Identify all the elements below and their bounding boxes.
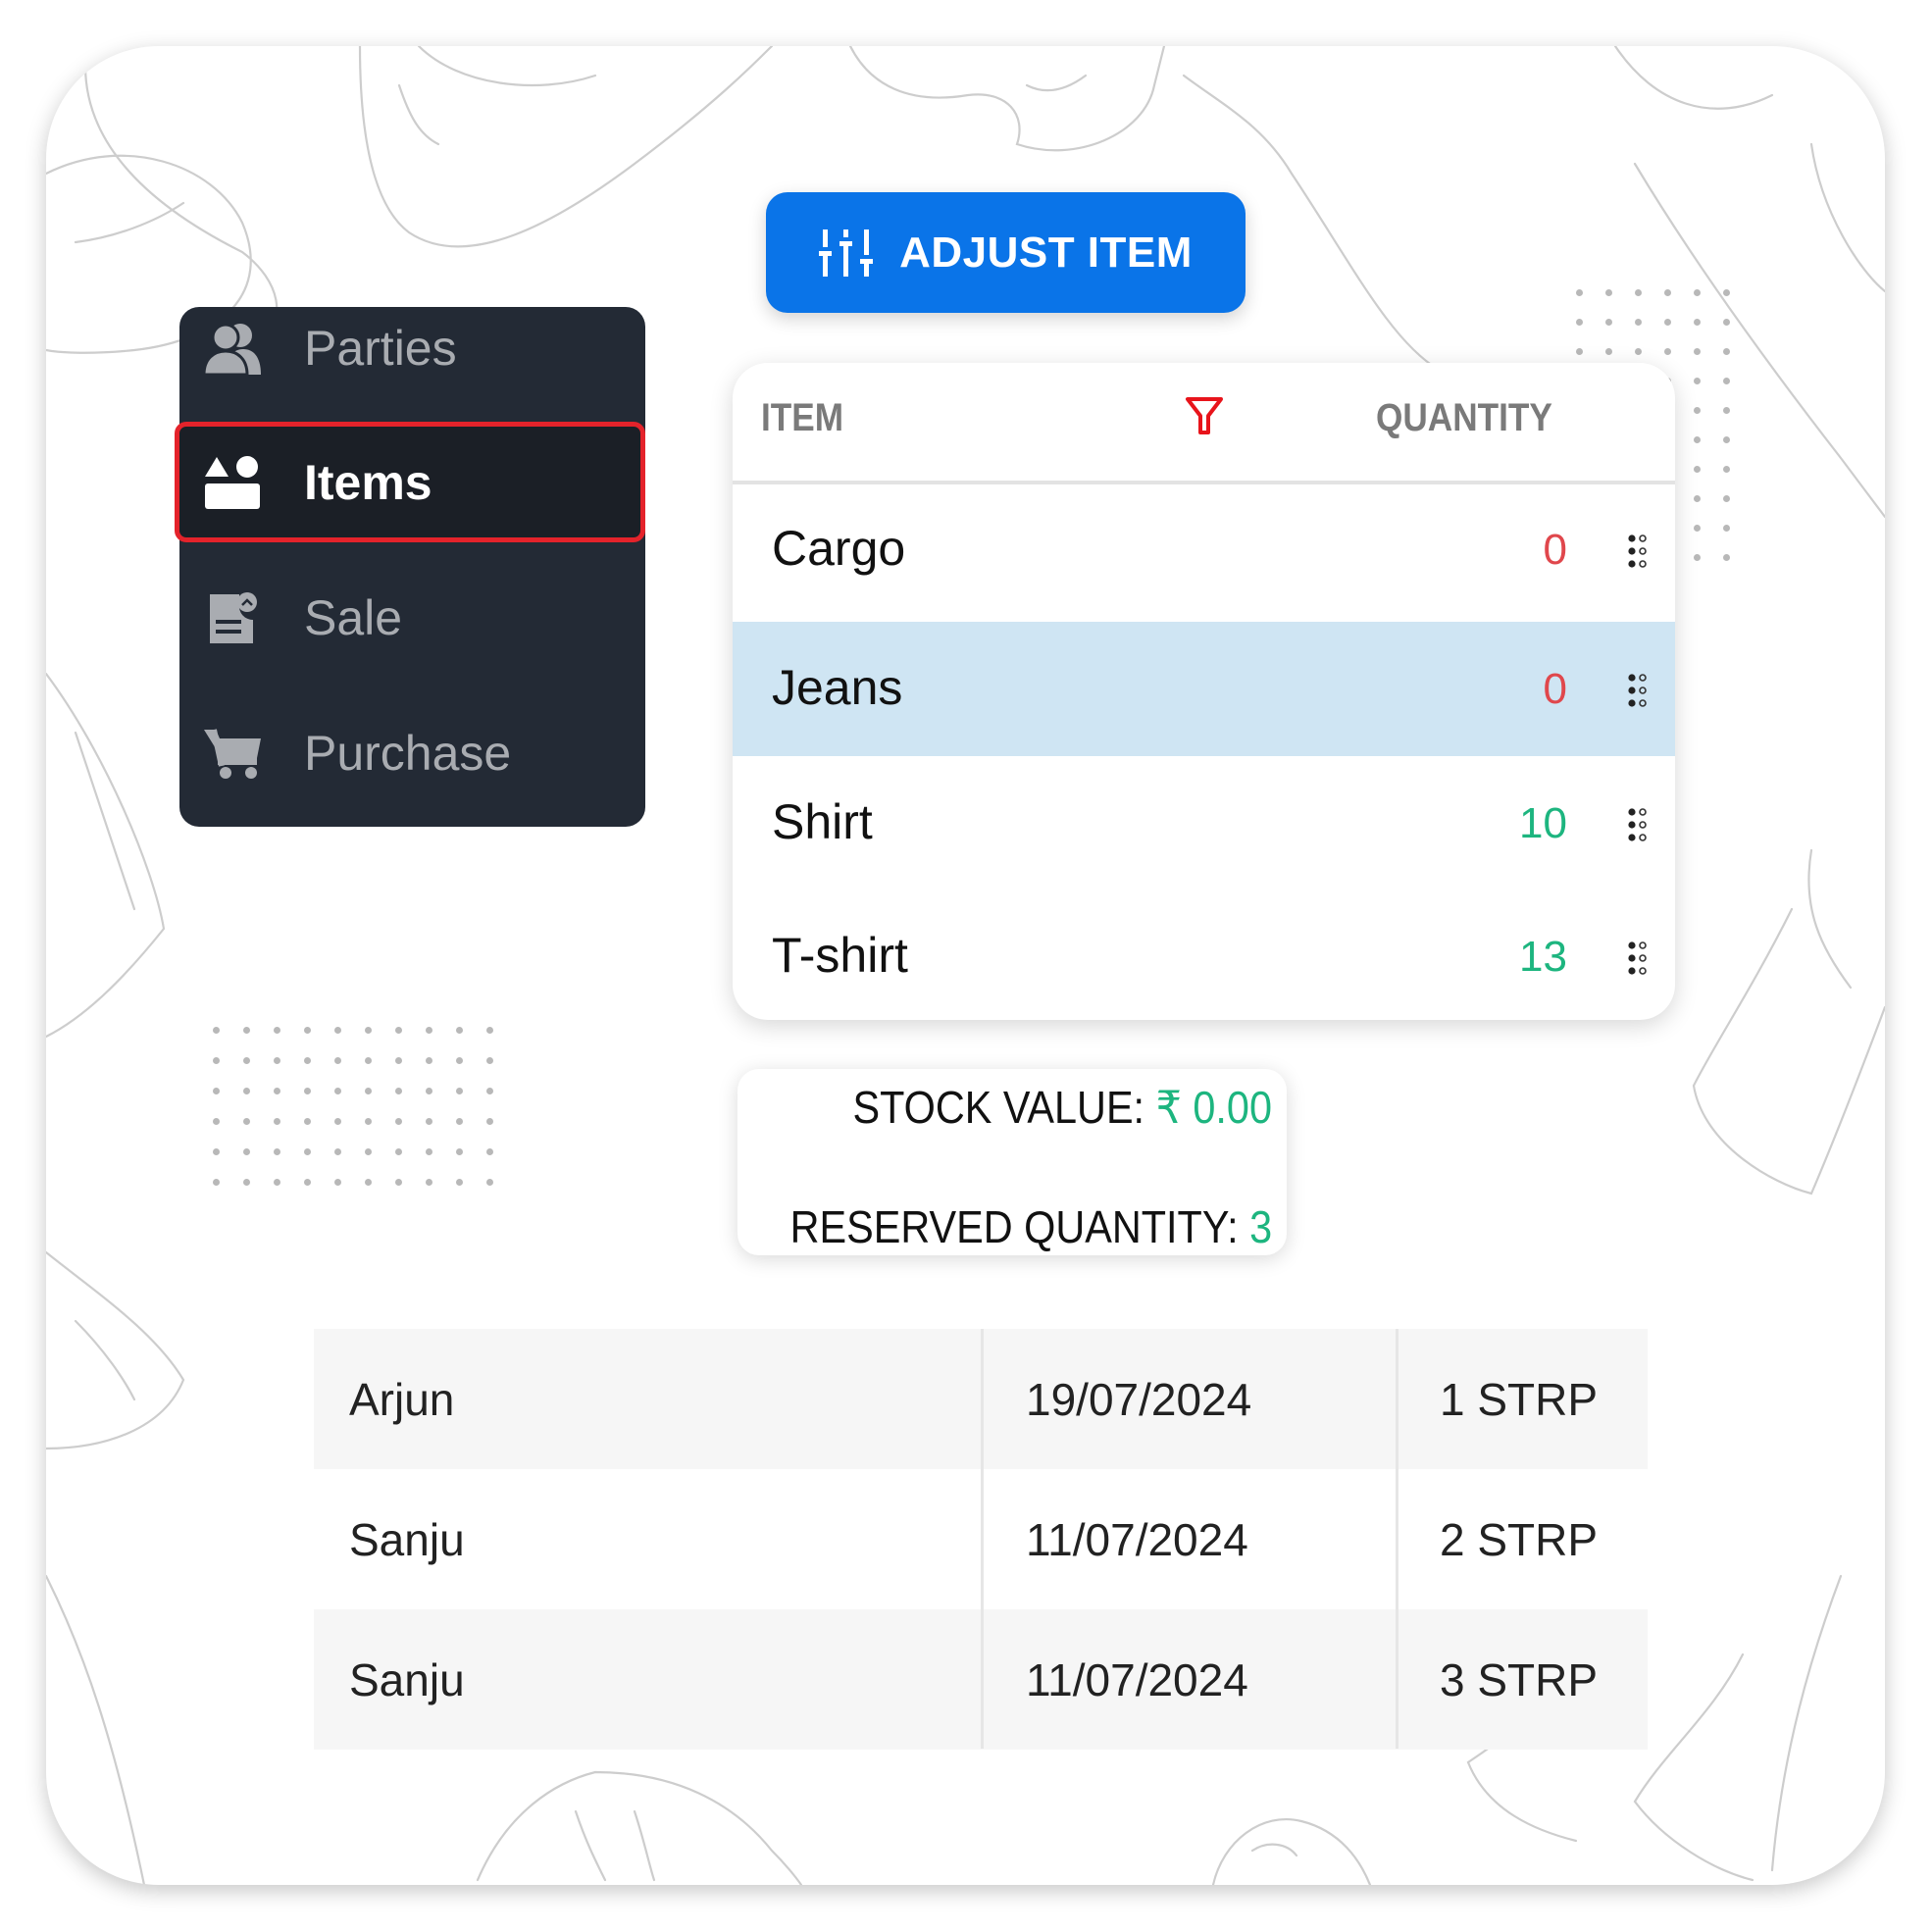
stock-value-amount: ₹ 0.00 [1155, 1082, 1272, 1133]
item-quantity: 10 [1519, 799, 1567, 847]
reserved-quantity-cell: 1 STRP [1440, 1373, 1599, 1425]
table-row[interactable]: T-shirt 13 [733, 891, 1675, 1020]
reserved-quantity-cell: 2 STRP [1440, 1513, 1599, 1565]
filter-icon[interactable] [1185, 396, 1224, 435]
reserved-quantity-value: 3 [1248, 1201, 1272, 1252]
reserved-quantity: RESERVED QUANTITY: 3 [789, 1200, 1272, 1253]
items-table-header: ITEM QUANTITY [733, 363, 1675, 484]
party-name: Sanju [349, 1513, 465, 1565]
item-name: Cargo [772, 521, 906, 576]
column-divider [981, 1329, 984, 1749]
reservation-date: 11/07/2024 [1026, 1513, 1248, 1565]
column-header-quantity[interactable]: QUANTITY [1376, 396, 1552, 440]
sidebar-item-label: Items [304, 454, 432, 510]
item-quantity: 0 [1543, 665, 1567, 713]
item-name: T-shirt [772, 928, 908, 983]
table-row[interactable]: Cargo 0 [733, 484, 1675, 622]
item-quantity: 13 [1519, 933, 1567, 981]
sidebar-item-label: Parties [304, 320, 457, 376]
sliders-icon [819, 229, 874, 277]
sidebar-item-label: Purchase [304, 725, 512, 781]
cart-icon [203, 724, 262, 783]
party-name: Arjun [349, 1373, 455, 1425]
column-header-item[interactable]: ITEM [761, 396, 843, 440]
reservation-date: 11/07/2024 [1026, 1653, 1248, 1705]
drag-handle-icon[interactable] [1627, 941, 1649, 976]
drag-handle-icon[interactable] [1627, 807, 1649, 842]
item-name: Jeans [772, 660, 903, 715]
stock-value: STOCK VALUE: ₹ 0.00 [853, 1081, 1272, 1134]
item-quantity: 0 [1543, 526, 1567, 574]
reservation-date: 19/07/2024 [1026, 1373, 1252, 1425]
reserved-quantity-cell: 3 STRP [1440, 1653, 1599, 1705]
sidebar-item-parties[interactable]: Parties [179, 287, 645, 408]
items-table: ITEM QUANTITY Cargo 0 Jeans 0 Shirt 10 T-shirt… [733, 363, 1675, 1020]
stock-summary: STOCK VALUE: ₹ 0.00 RESERVED QUANTITY: 3 [737, 1069, 1287, 1255]
sidebar-item-items[interactable]: Items [175, 422, 645, 542]
reserved-quantity-label: RESERVED QUANTITY: [789, 1201, 1249, 1252]
adjust-item-label: ADJUST ITEM [899, 228, 1193, 277]
users-icon [203, 319, 262, 378]
item-name: Shirt [772, 794, 873, 849]
drag-handle-icon[interactable] [1627, 673, 1649, 708]
table-row[interactable]: Shirt 10 [733, 756, 1675, 891]
adjust-item-button[interactable]: ADJUST ITEM [766, 192, 1246, 313]
sidebar-nav: Parties Items Sale Purchase [175, 307, 645, 827]
table-row[interactable]: Jeans 0 [733, 622, 1675, 756]
sidebar-item-sale[interactable]: Sale [179, 557, 645, 678]
sale-document-icon [203, 588, 262, 647]
sidebar-item-label: Sale [304, 589, 403, 645]
stock-value-label: STOCK VALUE: [852, 1082, 1156, 1133]
column-divider [1396, 1329, 1398, 1749]
party-name: Sanju [349, 1653, 465, 1705]
shapes-icon [203, 453, 262, 512]
drag-handle-icon[interactable] [1627, 534, 1649, 569]
sidebar-item-purchase[interactable]: Purchase [179, 692, 645, 813]
